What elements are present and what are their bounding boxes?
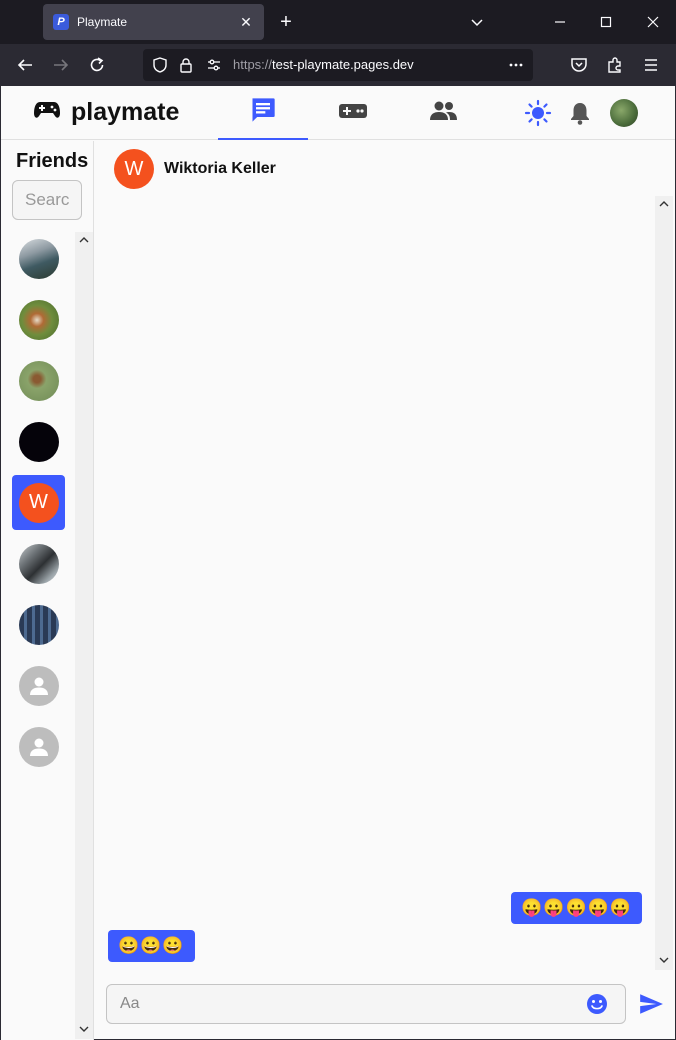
close-tab-icon[interactable]: ✕ [238, 14, 254, 31]
chat-icon [249, 96, 277, 129]
browser-toolbar: https://test-playmate.pages.dev [0, 44, 676, 86]
tab-title: Playmate [77, 15, 128, 29]
friend-avatar [18, 604, 59, 645]
site-permissions-icon[interactable] [202, 53, 226, 77]
new-tab-button[interactable]: + [276, 10, 296, 34]
friend-avatar [18, 360, 59, 401]
friend-item[interactable] [12, 536, 65, 591]
playmate-app: playmate Friends Search W W Wiktoria Kel… [0, 86, 676, 1040]
tab-games[interactable] [308, 86, 398, 140]
messages-scrollbar[interactable] [655, 196, 673, 970]
scroll-up-chevron-icon[interactable] [655, 196, 673, 212]
contact-avatar[interactable]: W [114, 149, 154, 189]
friend-item[interactable] [12, 353, 65, 408]
friend-item[interactable] [12, 292, 65, 347]
message-composer [106, 984, 626, 1024]
people-icon [428, 100, 458, 127]
emoji-picker-icon[interactable] [586, 993, 608, 1015]
default-person-icon [18, 726, 59, 767]
brand-name: playmate [71, 98, 180, 126]
tracking-shield-icon[interactable] [148, 53, 172, 77]
url-text: https://test-playmate.pages.dev [233, 57, 414, 72]
extensions-puzzle-icon[interactable] [603, 53, 627, 77]
friends-sidebar: Friends W [1, 141, 94, 1040]
back-arrow-icon[interactable] [13, 53, 37, 77]
scroll-down-chevron-icon[interactable] [655, 952, 673, 968]
app-header: playmate [1, 86, 675, 140]
contact-name: Wiktoria Keller [164, 160, 276, 177]
reload-icon[interactable] [85, 53, 109, 77]
tab-chat[interactable] [218, 86, 308, 140]
brand[interactable]: playmate [33, 98, 179, 127]
lock-icon[interactable] [174, 53, 198, 77]
friend-avatar-letter: W [18, 482, 59, 523]
page-actions-more-icon[interactable] [504, 53, 528, 77]
friend-avatar [18, 543, 59, 584]
tab-people[interactable] [398, 86, 488, 140]
maximize-window-button[interactable] [594, 10, 618, 34]
notifications-bell-icon[interactable] [566, 99, 594, 127]
friend-item-selected[interactable]: W [12, 475, 65, 530]
friends-title: Friends [16, 150, 89, 172]
gamepad-icon [338, 101, 368, 126]
forward-arrow-icon[interactable] [49, 53, 73, 77]
default-person-icon [18, 665, 59, 706]
scroll-down-chevron-icon[interactable] [75, 1021, 93, 1037]
message-input[interactable] [107, 985, 577, 1023]
friend-list-scrollbar[interactable] [75, 232, 93, 1039]
friend-search-input[interactable] [12, 180, 82, 220]
pocket-icon[interactable] [567, 53, 591, 77]
browser-tab-bar: P Playmate ✕ + [0, 0, 676, 44]
message-bubble-outgoing[interactable]: 😛😛😛😛😛 [511, 892, 642, 924]
friend-avatar [18, 421, 59, 462]
address-bar[interactable]: https://test-playmate.pages.dev [143, 49, 533, 81]
gamepad-logo-icon [33, 99, 61, 126]
scroll-up-chevron-icon[interactable] [75, 232, 93, 248]
playmate-favicon-icon: P [53, 14, 69, 30]
friend-item[interactable] [12, 414, 65, 469]
minimize-window-button[interactable] [548, 10, 572, 34]
theme-toggle-sun-icon[interactable] [524, 99, 552, 127]
tab-list-chevron-down-icon[interactable] [465, 10, 489, 34]
friend-item[interactable] [12, 231, 65, 286]
friend-avatar [18, 238, 59, 279]
chat-panel: W Wiktoria Keller 😛😛😛😛😛 😀😀😀 [95, 141, 675, 1040]
hamburger-menu-icon[interactable] [639, 53, 663, 77]
chat-header: W Wiktoria Keller [114, 149, 276, 189]
send-icon[interactable] [638, 991, 664, 1017]
friend-item[interactable] [12, 719, 65, 774]
message-bubble-incoming[interactable]: 😀😀😀 [108, 930, 195, 962]
friend-avatar [18, 299, 59, 340]
friend-item[interactable] [12, 658, 65, 713]
user-avatar[interactable] [610, 99, 638, 127]
close-window-button[interactable] [641, 10, 665, 34]
friend-item[interactable] [12, 597, 65, 652]
browser-tab[interactable]: P Playmate ✕ [43, 4, 264, 40]
